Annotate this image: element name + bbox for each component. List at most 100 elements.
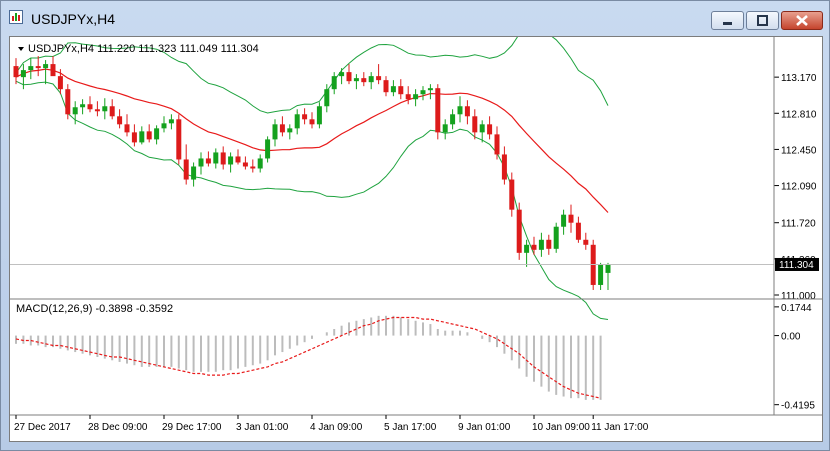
- candle-body: [124, 124, 130, 133]
- candle-body: [50, 64, 56, 77]
- candle-body: [80, 104, 86, 108]
- candle-body: [183, 159, 189, 180]
- candle-body: [524, 244, 530, 253]
- candle-body: [242, 162, 248, 167]
- candle-body: [413, 94, 419, 100]
- close-icon: [796, 15, 808, 26]
- candle-body: [353, 78, 359, 82]
- restore-icon: [757, 15, 768, 26]
- current-price-label: 111.304: [779, 260, 814, 271]
- time-tick-label: 4 Jan 09:00: [310, 422, 363, 433]
- time-tick-label: 28 Dec 09:00: [88, 422, 148, 433]
- time-tick-label: 27 Dec 2017: [14, 422, 71, 433]
- candle-body: [65, 89, 71, 115]
- bands-indicator: [15, 27, 609, 320]
- candle-body: [287, 128, 293, 133]
- candle-body: [457, 106, 463, 115]
- candle-body: [35, 66, 41, 69]
- candle-body: [605, 264, 611, 273]
- candle-body: [168, 119, 174, 124]
- candle-body: [94, 109, 100, 112]
- candle-body: [257, 158, 263, 169]
- candle-body: [294, 114, 300, 129]
- candle-body: [117, 116, 123, 125]
- candle-body: [28, 66, 34, 71]
- candle-body: [198, 158, 204, 167]
- candle-body: [146, 131, 152, 140]
- price-tick-label: 112.450: [781, 145, 817, 156]
- candle-body: [176, 119, 182, 160]
- candle-body: [398, 86, 404, 95]
- candle-body: [487, 124, 493, 135]
- collapse-triangle-icon[interactable]: [18, 47, 24, 51]
- macd-histogram: [15, 315, 602, 400]
- candle-body: [494, 134, 500, 155]
- candle-body: [20, 70, 26, 78]
- candle-body: [561, 214, 567, 227]
- candle-body: [272, 124, 278, 140]
- candle-body: [235, 156, 241, 163]
- price-tick-label: 112.090: [781, 182, 817, 193]
- minimize-button[interactable]: [711, 11, 744, 30]
- candle-body: [220, 152, 226, 165]
- candle-body: [435, 88, 441, 133]
- candle-body: [154, 128, 160, 140]
- chart-icon: [9, 10, 23, 24]
- candle-body: [442, 124, 448, 133]
- candle-body: [213, 152, 219, 164]
- candle-body: [250, 166, 256, 169]
- candle-body: [516, 209, 522, 253]
- candle-body: [575, 222, 581, 240]
- macd-tick-label: 0.00: [781, 332, 801, 343]
- price-tick-label: 113.170: [781, 73, 817, 84]
- moving-average-line: [15, 68, 609, 213]
- candle-body: [102, 106, 108, 112]
- candle-body: [479, 124, 485, 133]
- candle-body: [139, 131, 145, 143]
- candle-body: [87, 104, 93, 110]
- candle-body: [553, 226, 559, 249]
- time-tick-label: 29 Dec 17:00: [162, 422, 222, 433]
- candle-body: [368, 76, 374, 83]
- candle-body: [279, 124, 285, 133]
- time-tick-label: 5 Jan 17:00: [384, 422, 437, 433]
- chart-area[interactable]: 113.170 112.810 112.450 112.090 111.720 111.3…: [9, 27, 823, 442]
- candle-body: [546, 239, 552, 249]
- candle-body: [538, 239, 544, 250]
- price-tick-label: 111.720: [781, 219, 816, 230]
- candle-body: [13, 66, 19, 78]
- chart-canvas[interactable]: 113.170 112.810 112.450 112.090 111.720 111.3…: [10, 27, 822, 441]
- close-button[interactable]: [781, 11, 823, 30]
- symbol-info-text: USDJPYx,H4 111.220 111.323 111.049 111.3…: [28, 43, 259, 55]
- minimize-icon: [723, 22, 732, 25]
- candle-body: [131, 132, 137, 143]
- macd-axis: 0.1744 0.00 -0.4195: [774, 303, 815, 412]
- candle-body: [464, 106, 470, 117]
- candle-body: [205, 158, 211, 164]
- candle-body: [228, 156, 234, 165]
- symbol-info: USDJPYx,H4 111.220 111.323 111.049 111.3…: [18, 43, 259, 55]
- candle-body: [405, 94, 411, 100]
- moving-average: [15, 68, 609, 213]
- candle-body: [331, 76, 337, 90]
- current-price-tag: 111.304: [775, 257, 819, 271]
- time-axis: 27 Dec 2017 28 Dec 09:00 29 Dec 17:00 3 Jan…: [14, 415, 649, 433]
- candle-body: [531, 244, 537, 250]
- restore-button[interactable]: [746, 11, 779, 30]
- candle-body: [302, 114, 308, 120]
- candle-body: [376, 76, 382, 81]
- window-title: USDJPYx,H4: [31, 11, 116, 27]
- macd-label: MACD(12,26,9) -0.3898 -0.3592: [16, 303, 173, 315]
- chart-window: USDJPYx,H4 113.170 112.810 112.450 112.090 1…: [0, 0, 830, 451]
- time-tick-label: 9 Jan 01:00: [458, 422, 511, 433]
- candle-body: [43, 64, 49, 69]
- macd-tick-label: -0.4195: [781, 401, 815, 412]
- candle-body: [598, 264, 604, 285]
- time-tick-label: 3 Jan 01:00: [236, 422, 289, 433]
- title-bar[interactable]: USDJPYx,H4: [1, 1, 829, 35]
- candle-body: [501, 154, 507, 180]
- macd-tick-label: 0.1744: [781, 303, 812, 314]
- candle-body: [339, 72, 345, 77]
- time-tick-label: 10 Jan 09:00: [532, 422, 590, 433]
- candle-body: [390, 86, 396, 93]
